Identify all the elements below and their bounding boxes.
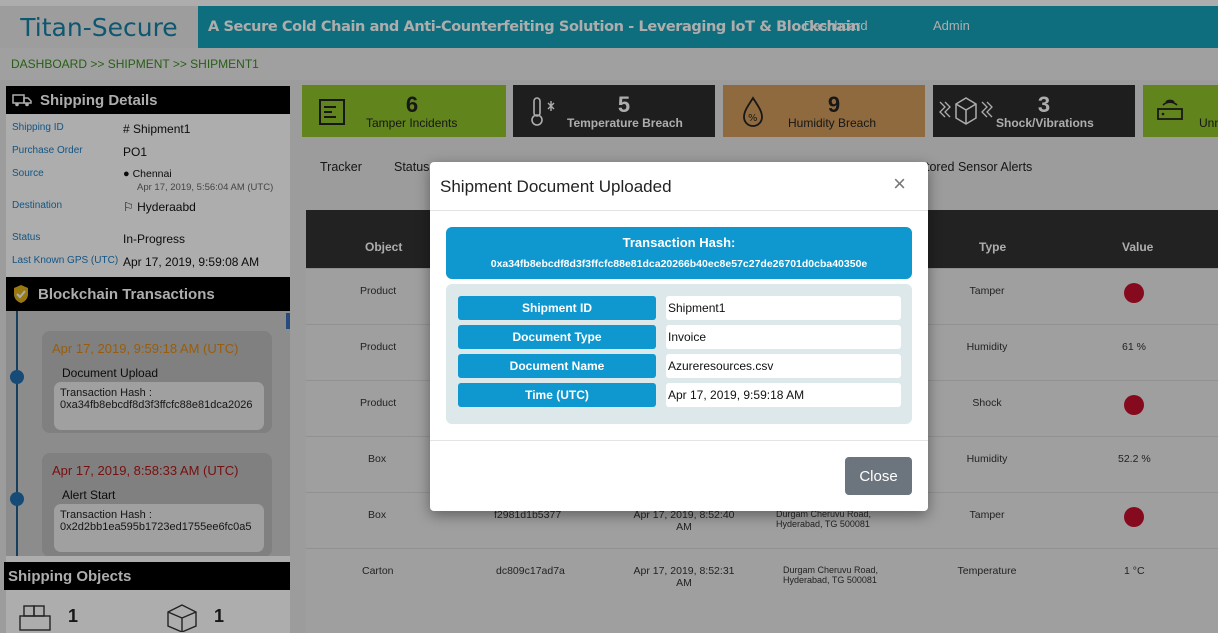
modal-divider	[430, 210, 928, 211]
field-label: Document Type	[458, 325, 656, 349]
field-value: Azureresources.csv	[666, 354, 901, 378]
field-shipment-id: Shipment ID Shipment1	[458, 296, 901, 320]
modal-title: Shipment Document Uploaded	[440, 177, 672, 196]
field-label: Shipment ID	[458, 296, 656, 320]
field-value: Shipment1	[666, 296, 901, 320]
field-value: Invoice	[666, 325, 901, 349]
field-document-type: Document Type Invoice	[458, 325, 901, 349]
field-label: Time (UTC)	[458, 383, 656, 407]
document-uploaded-modal: Shipment Document Uploaded × Transaction…	[430, 162, 928, 511]
field-value: Apr 17, 2019, 9:59:18 AM	[666, 383, 901, 407]
transaction-hash-banner: Transaction Hash: 0xa34fb8ebcdf8d3f3ffcf…	[446, 227, 912, 279]
hash-title: Transaction Hash:	[622, 235, 736, 250]
close-button[interactable]: Close	[845, 457, 912, 495]
document-details: Shipment ID Shipment1 Document Type Invo…	[446, 284, 912, 424]
field-time: Time (UTC) Apr 17, 2019, 9:59:18 AM	[458, 383, 901, 407]
hash-value: 0xa34fb8ebcdf8d3f3ffcfc88e81dca20266b40e…	[490, 258, 868, 270]
field-label: Document Name	[458, 354, 656, 378]
modal-divider	[430, 440, 928, 441]
close-icon[interactable]: ×	[893, 171, 906, 197]
field-document-name: Document Name Azureresources.csv	[458, 354, 901, 378]
